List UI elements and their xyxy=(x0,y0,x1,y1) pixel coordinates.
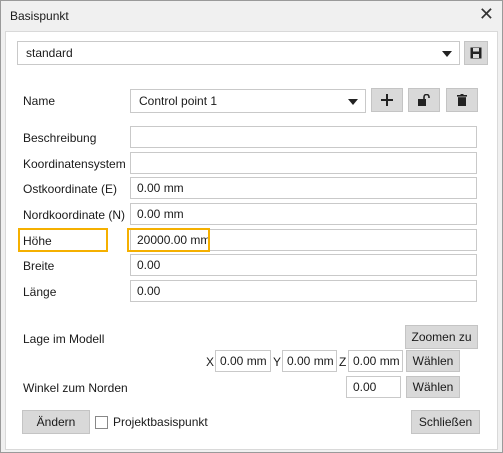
description-label: Beschreibung xyxy=(23,131,97,145)
length-field[interactable]: 0.00 xyxy=(130,280,477,302)
width-label: Breite xyxy=(23,259,55,273)
window-title: Basispunkt xyxy=(10,9,69,23)
height-value-highlight xyxy=(127,228,210,252)
project-basepoint-label: Projektbasispunkt xyxy=(113,415,208,429)
floppy-disk-icon xyxy=(470,47,482,59)
x-label: X xyxy=(206,355,215,369)
select-location-button[interactable]: Wählen xyxy=(406,350,460,372)
north-angle-field[interactable]: 0.00 xyxy=(346,376,401,398)
north-coordinate-label: Nordkoordinate (N) xyxy=(23,208,126,222)
name-dropdown[interactable]: Control point 1 xyxy=(130,89,366,113)
zoom-to-button[interactable]: Zoomen zu xyxy=(405,325,478,349)
model-location-label: Lage im Modell xyxy=(23,332,105,346)
close-icon[interactable]: ✕ xyxy=(479,4,494,25)
unlock-icon xyxy=(418,94,430,106)
unlock-point-button[interactable] xyxy=(408,88,440,112)
length-label: Länge xyxy=(23,285,57,299)
name-value: Control point 1 xyxy=(139,94,218,108)
preset-dropdown[interactable]: standard xyxy=(17,41,460,65)
x-coordinate-field[interactable]: 0.00 mm xyxy=(215,350,271,372)
description-field[interactable] xyxy=(130,126,477,148)
north-angle-label: Winkel zum Norden xyxy=(23,381,128,395)
north-coordinate-field[interactable]: 0.00 mm xyxy=(130,203,477,225)
name-label: Name xyxy=(23,94,56,108)
trash-icon xyxy=(457,94,467,106)
select-north-button[interactable]: Wählen xyxy=(406,376,460,398)
change-button[interactable]: Ändern xyxy=(22,410,90,434)
chevron-down-icon xyxy=(348,99,358,105)
y-coordinate-field[interactable]: 0.00 mm xyxy=(282,350,337,372)
height-label-highlight xyxy=(18,228,108,252)
project-basepoint-checkbox[interactable] xyxy=(95,416,108,429)
width-field[interactable]: 0.00 xyxy=(130,254,477,276)
east-coordinate-field[interactable]: 0.00 mm xyxy=(130,177,477,199)
close-button[interactable]: Schließen xyxy=(411,410,480,434)
y-label: Y xyxy=(273,355,282,369)
coordinate-system-field[interactable] xyxy=(130,152,477,174)
delete-point-button[interactable] xyxy=(446,88,478,112)
title-bar: Basispunkt ✕ xyxy=(1,1,502,31)
plus-icon xyxy=(381,94,393,106)
dialog-window: Basispunkt ✕ standard Name Control point… xyxy=(0,0,503,453)
z-label: Z xyxy=(339,355,347,369)
coordinate-system-label: Koordinatensystem xyxy=(23,157,126,171)
east-coordinate-label: Ostkoordinate (E) xyxy=(23,182,118,196)
save-preset-button[interactable] xyxy=(464,41,488,65)
dialog-body: standard Name Control point 1 Beschreibu… xyxy=(5,31,498,450)
z-coordinate-field[interactable]: 0.00 mm xyxy=(348,350,403,372)
chevron-down-icon xyxy=(442,51,452,57)
add-point-button[interactable] xyxy=(371,88,403,112)
preset-value: standard xyxy=(26,46,73,60)
